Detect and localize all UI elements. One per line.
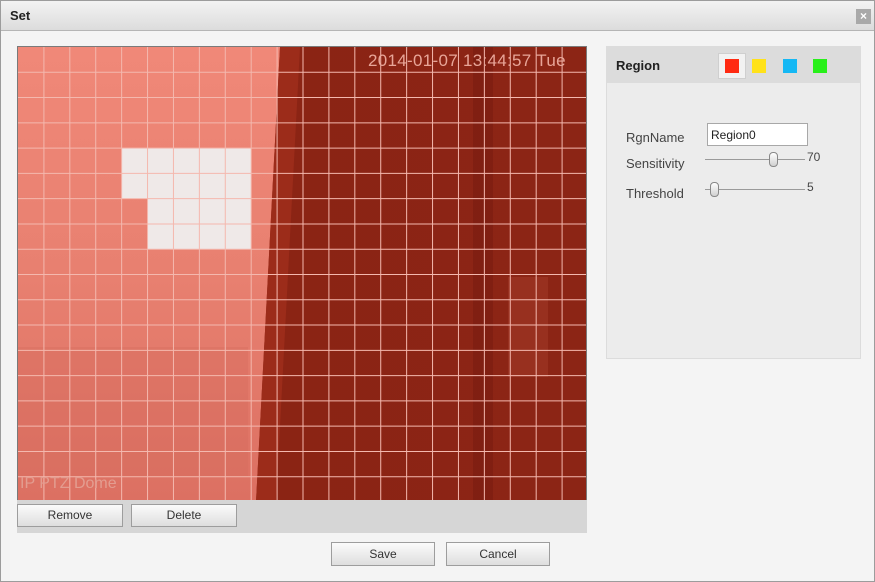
threshold-value: 5 [807, 180, 814, 194]
door-panel [508, 277, 548, 377]
unselected-cell[interactable] [225, 148, 252, 174]
region-header: Region [607, 47, 860, 83]
unselected-cell[interactable] [147, 223, 174, 250]
osd-channel-name: IP PTZ Dome [20, 475, 117, 492]
unselected-cell[interactable] [173, 198, 200, 224]
sensitivity-track [705, 159, 805, 160]
sensitivity-slider[interactable]: 70 [705, 150, 825, 170]
unselected-cell[interactable] [147, 148, 174, 174]
video-preview[interactable]: 2014-01-07 13:44:57 Tue IP PTZ Dome [17, 46, 587, 501]
region-color-yellow[interactable] [752, 59, 766, 73]
region-color-blue[interactable] [783, 59, 797, 73]
unselected-cell[interactable] [173, 148, 200, 174]
remove-button[interactable]: Remove [17, 504, 123, 527]
threshold-track [705, 189, 805, 190]
unselected-cell[interactable] [225, 198, 252, 224]
unselected-cell[interactable] [225, 223, 252, 250]
video-toolbar: Remove Delete [17, 500, 587, 533]
unselected-cell[interactable] [173, 223, 200, 250]
delete-button[interactable]: Delete [131, 504, 237, 527]
threshold-thumb[interactable] [709, 182, 719, 197]
rgnname-input[interactable] [707, 123, 808, 146]
region-color-green[interactable] [813, 59, 827, 73]
threshold-slider[interactable]: 5 [705, 180, 825, 200]
close-button[interactable]: × [856, 9, 871, 24]
close-icon: × [859, 9, 867, 23]
unselected-cell[interactable] [147, 173, 174, 199]
unselected-cell[interactable] [199, 198, 226, 224]
motion-grid-svg[interactable] [18, 47, 587, 501]
unselected-cell[interactable] [199, 148, 226, 174]
dialog-title: Set [10, 8, 31, 23]
unselected-cell[interactable] [121, 173, 148, 199]
set-dialog: Set × 2014-01-07 13:44:57 Tue IP PTZ Dom… [0, 0, 875, 582]
building-silhouette [18, 347, 248, 477]
region-color-red[interactable] [725, 59, 739, 73]
osd-timestamp: 2014-01-07 13:44:57 Tue [368, 51, 566, 70]
save-button[interactable]: Save [331, 542, 435, 566]
unselected-cell[interactable] [173, 173, 200, 199]
sensitivity-label: Sensitivity [626, 156, 685, 171]
dialog-titlebar: Set × [1, 1, 874, 31]
rgnname-label: RgnName [626, 130, 685, 145]
unselected-cell[interactable] [199, 173, 226, 199]
unselected-cell[interactable] [199, 223, 226, 250]
threshold-label: Threshold [626, 186, 684, 201]
unselected-cell[interactable] [121, 148, 148, 174]
unselected-cell[interactable] [225, 173, 252, 199]
sensitivity-thumb[interactable] [768, 152, 778, 167]
region-title: Region [616, 58, 661, 73]
unselected-cell[interactable] [147, 198, 174, 224]
region-panel: Region RgnName Sensitivity 70 Threshold … [606, 46, 861, 359]
sensitivity-value: 70 [807, 150, 821, 164]
cancel-button[interactable]: Cancel [446, 542, 550, 566]
